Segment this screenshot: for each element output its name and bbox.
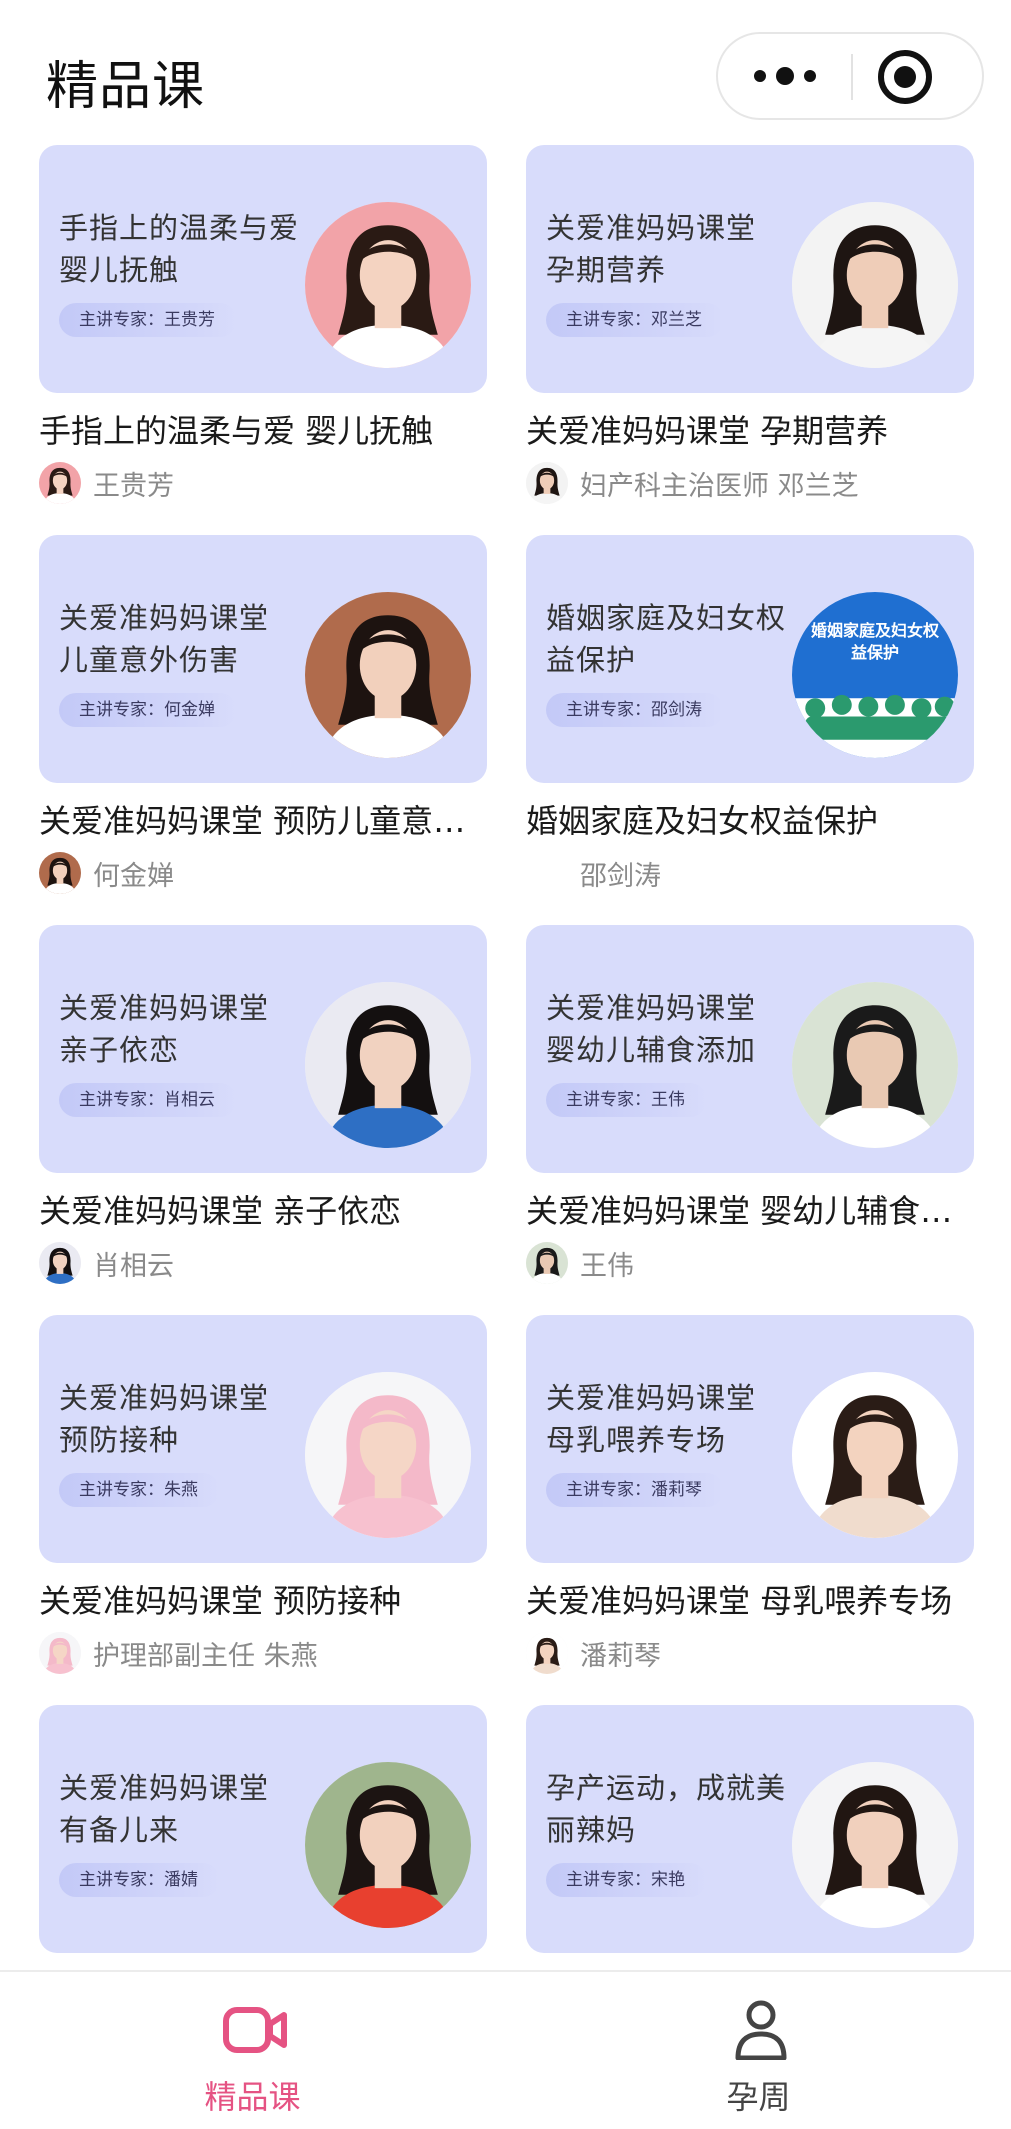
course-card[interactable]: 关爱准妈妈课堂 孕期营养 主讲专家：邓兰芝 关爱准妈妈课堂 孕期营养 妇产科主治… [526,145,974,515]
course-title[interactable]: 关爱准妈妈课堂 孕期营养 [526,409,974,453]
thumbnail-title: 手指上的温柔与爱 婴儿抚触 [59,211,300,287]
thumbnail-title: 关爱准妈妈课堂 预防接种 [59,1381,270,1457]
page-title: 精品课 [46,57,206,117]
course-card[interactable]: 手指上的温柔与爱 婴儿抚触 主讲专家：王贵芳 手指上的温柔与爱 婴儿抚触 王贵芳 [39,145,487,515]
author-name: 何金婵 [93,860,174,892]
course-thumbnail[interactable]: 关爱准妈妈课堂 预防接种 主讲专家：朱燕 [39,1315,487,1563]
dot-icon [775,67,794,85]
expert-portrait [792,1762,958,1928]
expert-badge: 主讲专家：潘婧 [59,1863,220,1897]
author-avatar [526,1242,568,1284]
more-menu-button[interactable] [718,34,851,118]
thumbnail-title: 关爱准妈妈课堂 母乳喂养专场 [546,1381,757,1457]
course-title[interactable]: 关爱准妈妈课堂 预防接种 [39,1579,487,1623]
expert-badge: 主讲专家：宋艳 [546,1863,707,1897]
event-poster-image: 婚姻家庭及妇女权益保护 [792,592,958,758]
thumbnail-title: 婚姻家庭及妇女权益保护 [546,601,787,677]
dot-icon [803,70,816,82]
course-author: 邵剑涛 [526,851,661,895]
thumbnail-title: 关爱准妈妈课堂 亲子依恋 [59,991,270,1067]
header-bar: 精品课 [0,0,1011,140]
course-author: 何金婵 [39,851,174,895]
expert-badge: 主讲专家：邵剑涛 [546,693,724,727]
course-author: 护理部副主任 朱燕 [39,1631,318,1675]
author-avatar [39,1632,81,1674]
expert-badge: 主讲专家：何金婵 [59,693,237,727]
expert-portrait [305,202,471,368]
expert-portrait [305,1372,471,1538]
course-thumbnail[interactable]: 婚姻家庭及妇女权益保护 主讲专家：邵剑涛 婚姻家庭及妇女权益保护 [526,535,974,783]
expert-portrait [305,592,471,758]
course-title[interactable]: 关爱准妈妈课堂 预防儿童意外伤害 [39,799,487,843]
author-avatar [39,462,81,504]
video-camera-icon [223,2007,287,2053]
course-thumbnail[interactable]: 关爱准妈妈课堂 孕期营养 主讲专家：邓兰芝 [526,145,974,393]
tab-courses[interactable]: 精品课 [0,1972,505,2129]
tab-label: 精品课 [204,2078,301,2116]
course-author: 妇产科主治医师 邓兰芝 [526,461,859,505]
course-card[interactable]: 关爱准妈妈课堂 儿童意外伤害 主讲专家：何金婵 关爱准妈妈课堂 预防儿童意外伤害… [39,535,487,905]
course-card[interactable]: 关爱准妈妈课堂 预防接种 主讲专家：朱燕 关爱准妈妈课堂 预防接种 护理部副主任… [39,1315,487,1685]
expert-badge: 主讲专家：潘莉琴 [546,1473,724,1507]
expert-portrait [792,982,958,1148]
course-thumbnail[interactable]: 关爱准妈妈课堂 儿童意外伤害 主讲专家：何金婵 [39,535,487,783]
poster-text: 婚姻家庭及妇女权益保护 [810,621,939,662]
author-avatar [526,1632,568,1674]
course-author: 王贵芳 [39,461,174,505]
thumbnail-title: 关爱准妈妈课堂 儿童意外伤害 [59,601,270,677]
thumbnail-title: 关爱准妈妈课堂 有备儿来 [59,1771,270,1847]
course-author: 王伟 [526,1241,634,1285]
course-title[interactable]: 关爱准妈妈课堂 母乳喂养专场 [526,1579,974,1623]
course-title[interactable]: 关爱准妈妈课堂 亲子依恋 [39,1189,487,1233]
course-title[interactable]: 关爱准妈妈课堂 婴幼儿辅食添加 [526,1189,974,1233]
close-target-icon[interactable] [878,50,932,104]
expert-badge: 主讲专家：朱燕 [59,1473,220,1507]
author-name: 潘莉琴 [580,1640,661,1672]
author-name: 王贵芳 [93,470,174,502]
course-card[interactable]: 关爱准妈妈课堂 亲子依恋 主讲专家：肖相云 关爱准妈妈课堂 亲子依恋 肖相云 [39,925,487,1295]
author-avatar [526,852,568,894]
expert-portrait [792,1372,958,1538]
course-thumbnail[interactable]: 手指上的温柔与爱 婴儿抚触 主讲专家：王贵芳 [39,145,487,393]
course-title[interactable]: 手指上的温柔与爱 婴儿抚触 [39,409,487,453]
course-thumbnail[interactable]: 关爱准妈妈课堂 婴幼儿辅食添加 主讲专家：王伟 [526,925,974,1173]
course-thumbnail[interactable]: 孕产运动，成就美丽辣妈 主讲专家：宋艳 [526,1705,974,1953]
author-avatar [526,462,568,504]
course-thumbnail[interactable]: 关爱准妈妈课堂 母乳喂养专场 主讲专家：潘莉琴 [526,1315,974,1563]
course-author: 潘莉琴 [526,1631,661,1675]
author-name: 肖相云 [93,1250,174,1282]
expert-portrait [792,202,958,368]
expert-badge: 主讲专家：王伟 [546,1083,707,1117]
author-name: 妇产科主治医师 邓兰芝 [580,470,859,502]
course-card[interactable]: 婚姻家庭及妇女权益保护 主讲专家：邵剑涛 婚姻家庭及妇女权益保护 婚姻家庭及妇女… [526,535,974,905]
capsule-divider [851,54,853,100]
course-thumbnail[interactable]: 关爱准妈妈课堂 有备儿来 主讲专家：潘婧 [39,1705,487,1953]
expert-badge: 主讲专家：肖相云 [59,1083,237,1117]
course-card[interactable]: 关爱准妈妈课堂 母乳喂养专场 主讲专家：潘莉琴 关爱准妈妈课堂 母乳喂养专场 潘… [526,1315,974,1685]
author-avatar [39,1242,81,1284]
expert-badge: 主讲专家：邓兰芝 [546,303,724,337]
dot-icon [753,70,766,82]
course-author: 肖相云 [39,1241,174,1285]
thumbnail-title: 关爱准妈妈课堂 婴幼儿辅食添加 [546,991,757,1067]
thumbnail-title: 孕产运动，成就美丽辣妈 [546,1771,787,1847]
author-avatar [39,852,81,894]
bottom-tab-bar: 精品课 孕周 [0,1970,1011,2129]
author-name: 王伟 [580,1250,634,1282]
tab-label: 孕周 [726,2078,791,2116]
thumbnail-title: 关爱准妈妈课堂 孕期营养 [546,211,757,287]
course-thumbnail[interactable]: 关爱准妈妈课堂 亲子依恋 主讲专家：肖相云 [39,925,487,1173]
author-name: 护理部副主任 朱燕 [93,1640,318,1672]
author-name: 邵剑涛 [580,860,661,892]
miniprogram-capsule [716,32,984,120]
expert-portrait [305,982,471,1148]
course-title[interactable]: 婚姻家庭及妇女权益保护 [526,799,974,843]
expert-badge: 主讲专家：王贵芳 [59,303,237,337]
tab-pregnancy-week[interactable]: 孕周 [506,1972,1011,2129]
course-card[interactable]: 关爱准妈妈课堂 婴幼儿辅食添加 主讲专家：王伟 关爱准妈妈课堂 婴幼儿辅食添加 … [526,925,974,1295]
person-icon [735,2000,787,2060]
expert-portrait [305,1762,471,1928]
